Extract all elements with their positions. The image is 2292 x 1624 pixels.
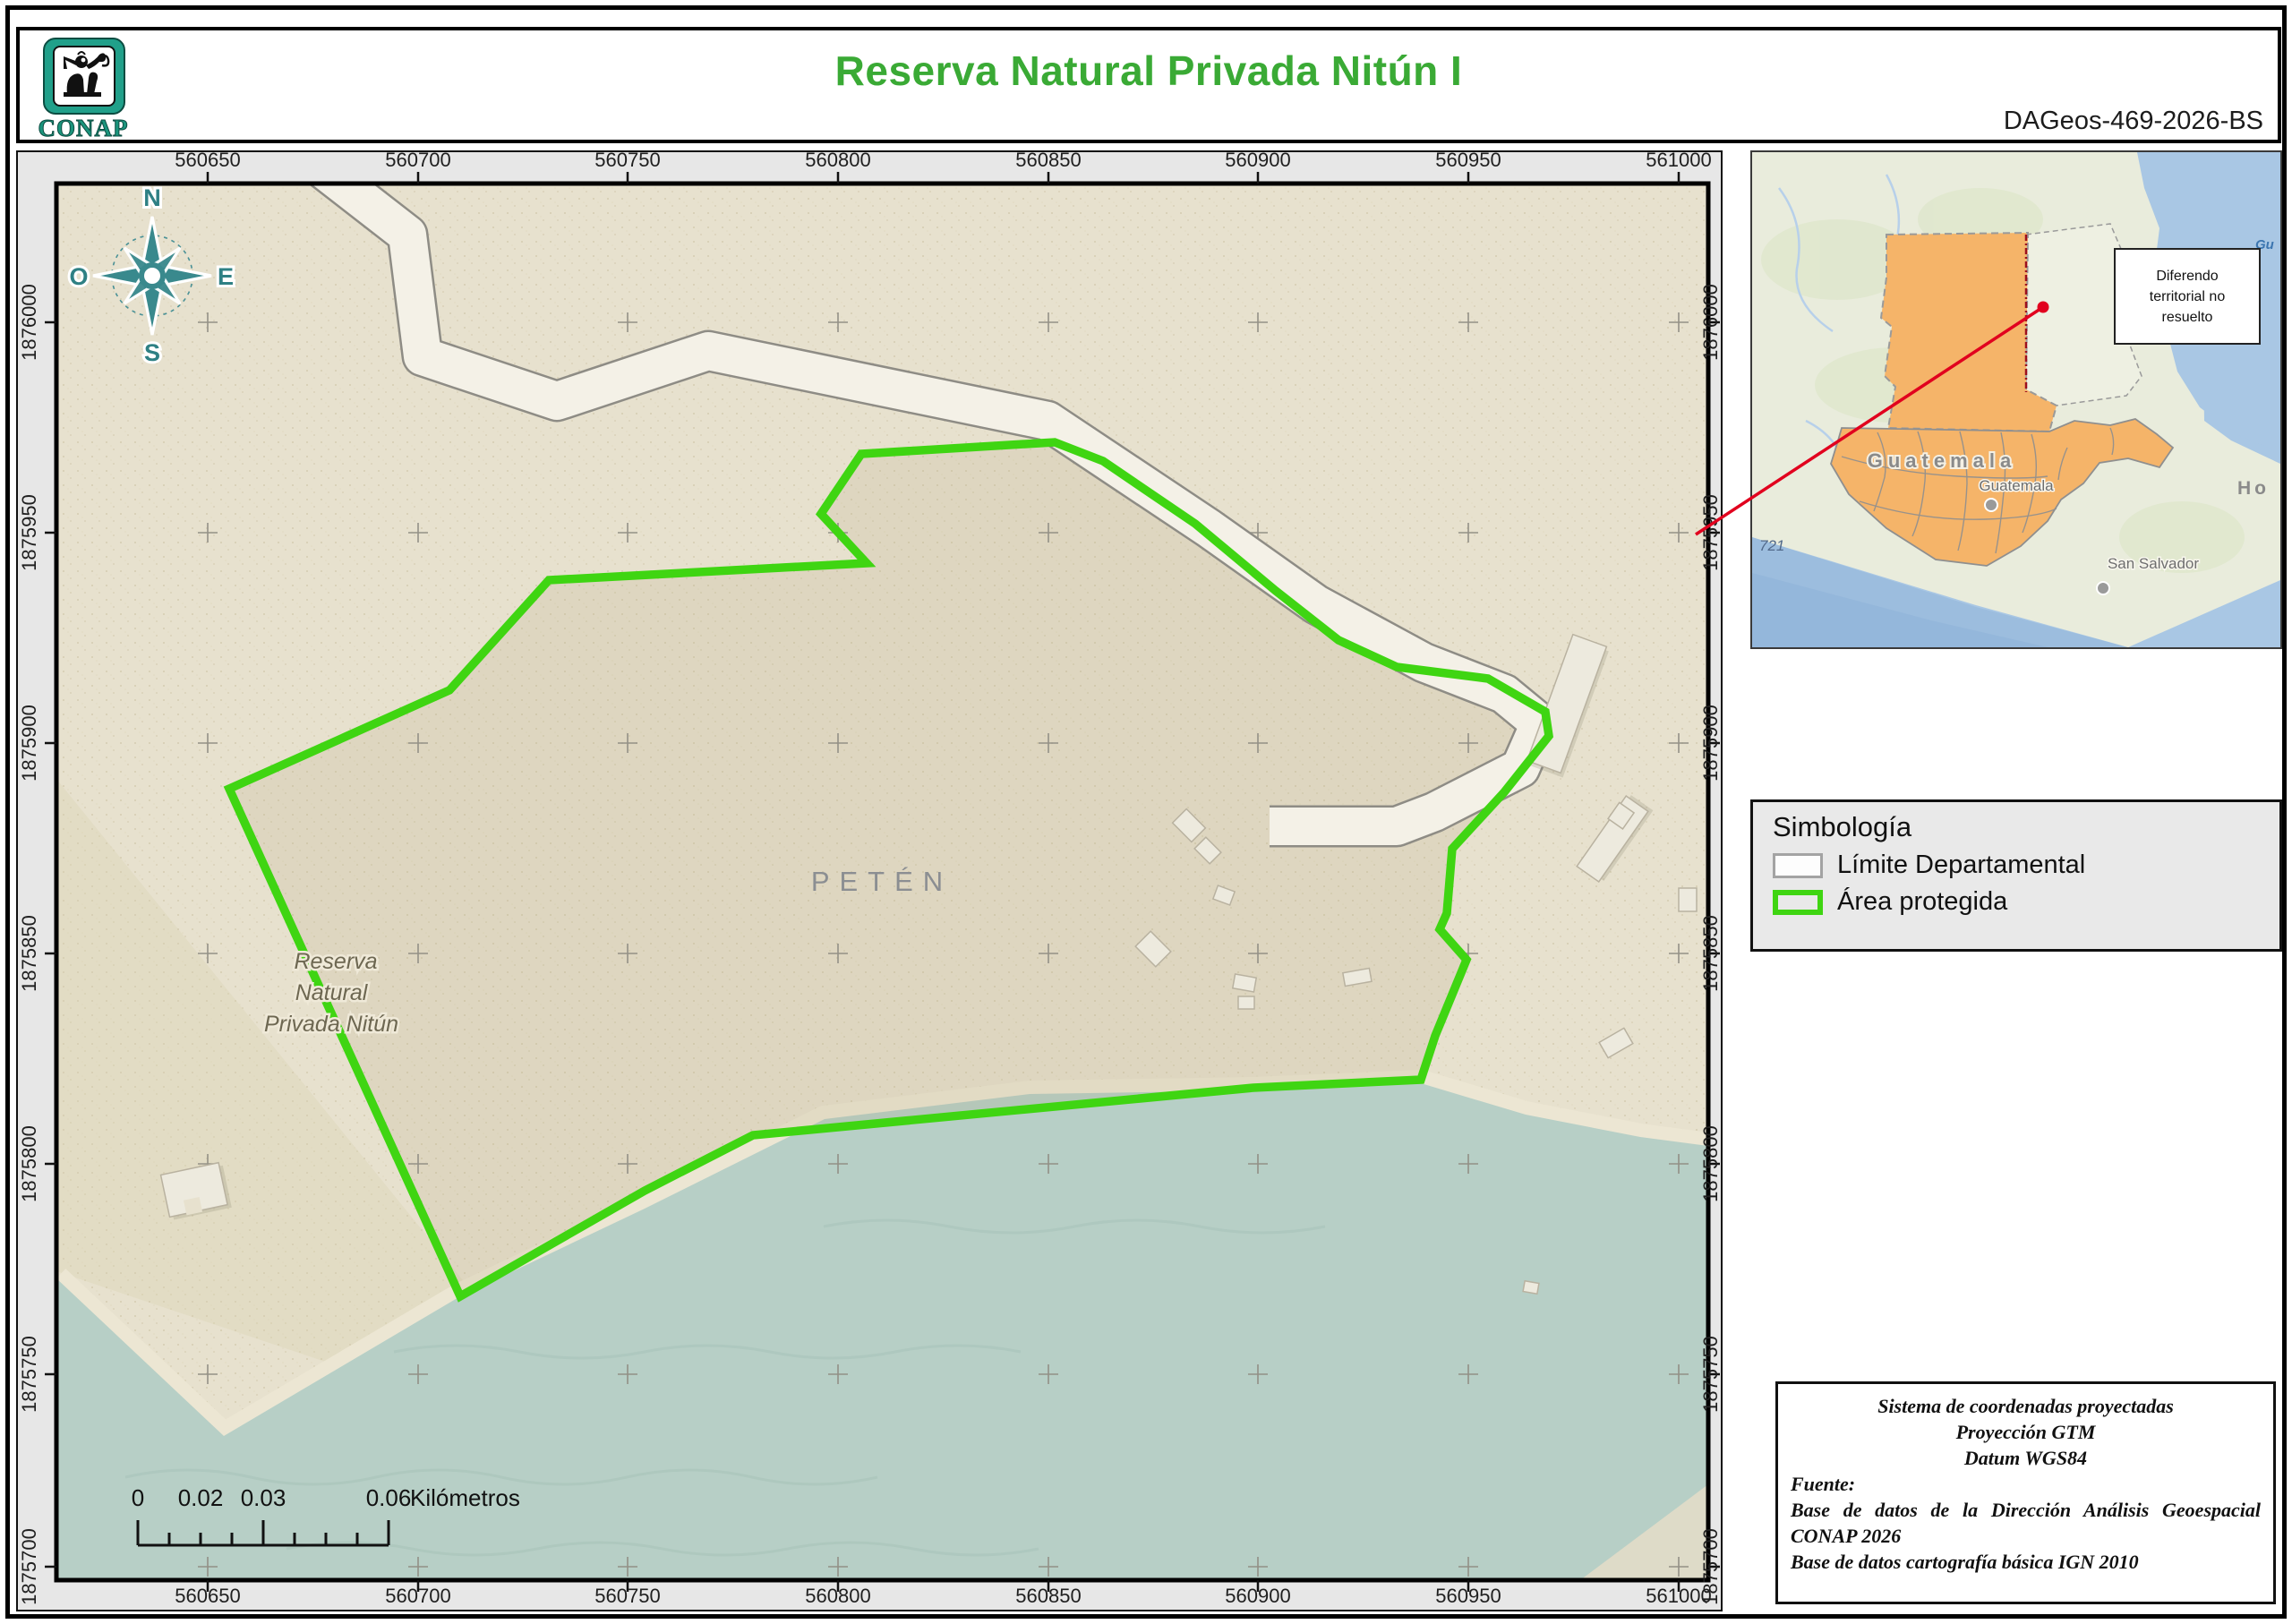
axis-label: 1875900 xyxy=(18,705,40,782)
inset-capital-label: Guatemala xyxy=(1979,477,2054,494)
inset-honduras-label: Ho xyxy=(2237,478,2270,499)
svg-text:territorial no: territorial no xyxy=(2150,289,2226,304)
legend: Simbología Límite Departamental Área pro… xyxy=(1750,799,2282,952)
axis-label: 1876000 xyxy=(1699,284,1722,361)
svg-text:Privada Nitún: Privada Nitún xyxy=(264,1012,398,1037)
svg-text:0.03: 0.03 xyxy=(241,1484,286,1511)
projection-line: Proyección GTM xyxy=(1791,1419,2261,1445)
page-title: Reserva Natural Privada Nitún I xyxy=(20,47,2278,95)
axis-label: 560800 xyxy=(805,1585,870,1607)
source-label: Fuente: xyxy=(1791,1471,2261,1497)
source-line-1: Base de datos de la Dirección Análisis G… xyxy=(1791,1497,2261,1549)
coordinate-info-box: Sistema de coordenadas proyectadas Proye… xyxy=(1775,1381,2276,1604)
conap-logo-text: CONAP xyxy=(30,115,136,142)
legend-item-departmental: Límite Departamental xyxy=(1773,850,2279,880)
axis-label: 1875800 xyxy=(18,1125,40,1202)
inset-map: Guatemala Guatemala San Salvador 721 Ho … xyxy=(1750,150,2282,649)
map-document: CONAP Reserva Natural Privada Nitún I DA… xyxy=(0,0,2292,1624)
header: CONAP Reserva Natural Privada Nitún I DA… xyxy=(16,27,2281,143)
svg-text:Natural: Natural xyxy=(295,980,369,1005)
legend-item-protected: Área protegida xyxy=(1773,887,2279,917)
axis-label: 560950 xyxy=(1435,152,1501,171)
map-canvas: PETÉN Reserva Natural Privada Nitún xyxy=(18,152,1728,1611)
svg-text:0.06: 0.06 xyxy=(366,1484,412,1511)
departmental-boundary-swatch xyxy=(1773,853,1823,878)
legend-title: Simbología xyxy=(1773,811,2279,843)
axis-label: 560650 xyxy=(175,1585,240,1607)
inset-sansalvador-label: San Salvador xyxy=(2108,555,2199,572)
svg-text:resuelto: resuelto xyxy=(2162,310,2213,325)
axis-label: 561000 xyxy=(1646,152,1711,171)
axis-label: 1875850 xyxy=(18,915,40,992)
dispute-callout: Diferendo territorial no resuelto xyxy=(2115,249,2260,344)
axis-label: 560950 xyxy=(1435,1585,1501,1607)
axis-label: 560700 xyxy=(385,1585,450,1607)
axis-label: 560850 xyxy=(1015,152,1081,171)
svg-text:0.02: 0.02 xyxy=(178,1484,224,1511)
svg-text:Reserva: Reserva xyxy=(294,949,377,974)
document-id: DAGeos-469-2026-BS xyxy=(2004,107,2263,136)
axis-label: 1875900 xyxy=(1699,705,1722,782)
axis-label: 1875750 xyxy=(1699,1336,1722,1413)
axis-label: 1875950 xyxy=(18,494,40,571)
axis-label: 560900 xyxy=(1225,1585,1290,1607)
axis-label: 560750 xyxy=(594,152,660,171)
inset-depth-label: 721 xyxy=(1759,537,1784,554)
axis-label: 1876000 xyxy=(18,284,40,361)
axis-label: 1875800 xyxy=(1699,1125,1722,1202)
axis-label: 560800 xyxy=(805,152,870,171)
scale-unit-label: Kilómetros xyxy=(410,1484,520,1511)
crs-line: Sistema de coordenadas proyectadas xyxy=(1791,1393,2261,1419)
axis-label: 560900 xyxy=(1225,152,1290,171)
inset-country-label: Guatemala xyxy=(1868,449,2017,472)
source-line-2: Base de datos cartografía básica IGN 201… xyxy=(1791,1549,2261,1575)
axis-label: 560700 xyxy=(385,152,450,171)
axis-label: 1875850 xyxy=(1699,915,1722,992)
axis-label: 560850 xyxy=(1015,1585,1081,1607)
axis-label: 560750 xyxy=(594,1585,660,1607)
axis-label: 1875750 xyxy=(18,1336,40,1413)
svg-text:Diferendo: Diferendo xyxy=(2156,269,2218,284)
compass-east-label: E xyxy=(218,263,234,290)
axis-label: 1875700 xyxy=(1699,1528,1722,1605)
axis-label: 1875700 xyxy=(18,1528,40,1605)
protected-area-swatch xyxy=(1773,890,1823,915)
compass-south-label: S xyxy=(144,339,160,366)
axis-label: 560650 xyxy=(175,152,240,171)
compass-west-label: O xyxy=(69,263,88,290)
datum-line: Datum WGS84 xyxy=(1791,1445,2261,1471)
axis-label: 1875950 xyxy=(1699,494,1722,571)
department-label: PETÉN xyxy=(811,866,953,897)
compass-north-label: N xyxy=(143,184,161,211)
map-frame-mat: PETÉN Reserva Natural Privada Nitún xyxy=(16,150,1723,1611)
svg-text:0: 0 xyxy=(132,1484,144,1511)
